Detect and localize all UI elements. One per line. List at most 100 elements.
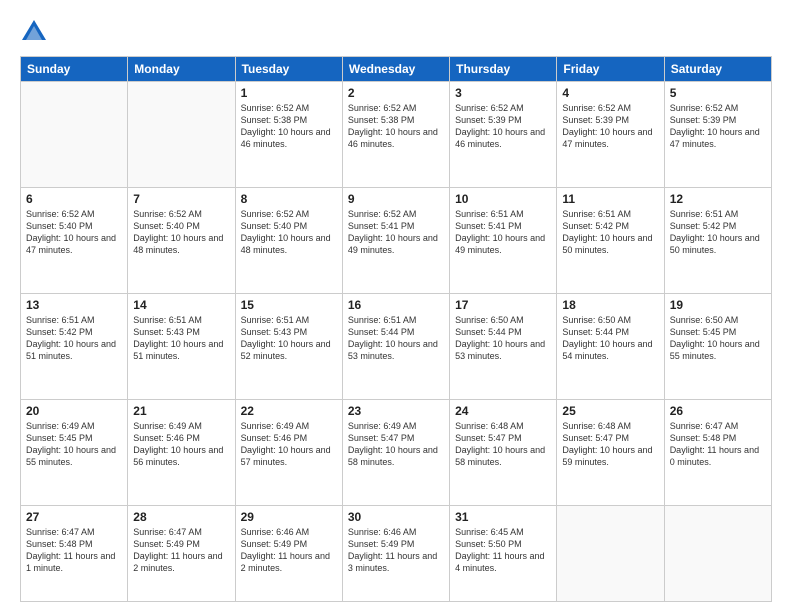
calendar-header-row: SundayMondayTuesdayWednesdayThursdayFrid… bbox=[21, 57, 772, 82]
page: SundayMondayTuesdayWednesdayThursdayFrid… bbox=[0, 0, 792, 612]
day-number: 2 bbox=[348, 86, 444, 100]
calendar-cell: 17Sunrise: 6:50 AM Sunset: 5:44 PM Dayli… bbox=[450, 293, 557, 399]
calendar-cell: 20 Sunrise: 6:49 AM Sunset: 5:45 PM Dayli… bbox=[21, 399, 128, 505]
logo bbox=[20, 18, 52, 46]
calendar-cell: 22 Sunrise: 6:49 AM Sunset: 5:46 PM Dayli… bbox=[235, 399, 342, 505]
day-info: Sunrise: 6:50 AM Sunset: 5:44 PM Dayligh… bbox=[455, 314, 551, 363]
col-header-tuesday: Tuesday bbox=[235, 57, 342, 82]
calendar-cell: 10 Sunrise: 6:51 AM Sunset: 5:41 PM Dayli… bbox=[450, 187, 557, 293]
calendar-cell bbox=[128, 82, 235, 188]
day-number: 27 bbox=[26, 510, 122, 524]
day-number: 5 bbox=[670, 86, 766, 100]
day-info: Sunrise: 6:46 AM Sunset: 5:49 PM Dayligh… bbox=[348, 526, 444, 575]
col-header-monday: Monday bbox=[128, 57, 235, 82]
calendar-cell bbox=[557, 505, 664, 601]
calendar-cell: 11 Sunrise: 6:51 AM Sunset: 5:42 PM Dayli… bbox=[557, 187, 664, 293]
header bbox=[20, 18, 772, 46]
day-info: Sunrise: 6:49 AM Sunset: 5:46 PM Dayligh… bbox=[133, 420, 229, 469]
day-info: Sunrise: 6:46 AM Sunset: 5:49 PM Dayligh… bbox=[241, 526, 337, 575]
calendar-cell: 6 Sunrise: 6:52 AM Sunset: 5:40 PM Daylig… bbox=[21, 187, 128, 293]
logo-icon bbox=[20, 18, 48, 46]
calendar-cell bbox=[21, 82, 128, 188]
day-info: Sunrise: 6:50 AM Sunset: 5:44 PM Dayligh… bbox=[562, 314, 658, 363]
day-number: 22 bbox=[241, 404, 337, 418]
day-info: Sunrise: 6:52 AM Sunset: 5:39 PM Dayligh… bbox=[562, 102, 658, 151]
day-info: Sunrise: 6:51 AM Sunset: 5:43 PM Dayligh… bbox=[133, 314, 229, 363]
col-header-saturday: Saturday bbox=[664, 57, 771, 82]
calendar-week-5: 27Sunrise: 6:47 AM Sunset: 5:48 PM Dayli… bbox=[21, 505, 772, 601]
calendar-week-4: 20 Sunrise: 6:49 AM Sunset: 5:45 PM Dayli… bbox=[21, 399, 772, 505]
day-info: Sunrise: 6:49 AM Sunset: 5:45 PM Dayligh… bbox=[26, 420, 122, 469]
calendar-week-1: 1 Sunrise: 6:52 AM Sunset: 5:38 PM Daylig… bbox=[21, 82, 772, 188]
day-info: Sunrise: 6:51 AM Sunset: 5:43 PM Dayligh… bbox=[241, 314, 337, 363]
calendar-cell: 9 Sunrise: 6:52 AM Sunset: 5:41 PM Daylig… bbox=[342, 187, 449, 293]
day-number: 20 bbox=[26, 404, 122, 418]
day-info: Sunrise: 6:47 AM Sunset: 5:48 PM Dayligh… bbox=[670, 420, 766, 469]
day-number: 14 bbox=[133, 298, 229, 312]
calendar-cell: 29 Sunrise: 6:46 AM Sunset: 5:49 PM Dayli… bbox=[235, 505, 342, 601]
calendar-table: SundayMondayTuesdayWednesdayThursdayFrid… bbox=[20, 56, 772, 602]
day-number: 7 bbox=[133, 192, 229, 206]
day-number: 13 bbox=[26, 298, 122, 312]
calendar-cell: 19 Sunrise: 6:50 AM Sunset: 5:45 PM Dayli… bbox=[664, 293, 771, 399]
calendar-cell: 23 Sunrise: 6:49 AM Sunset: 5:47 PM Dayli… bbox=[342, 399, 449, 505]
calendar-cell: 1 Sunrise: 6:52 AM Sunset: 5:38 PM Daylig… bbox=[235, 82, 342, 188]
day-info: Sunrise: 6:50 AM Sunset: 5:45 PM Dayligh… bbox=[670, 314, 766, 363]
day-info: Sunrise: 6:51 AM Sunset: 5:41 PM Dayligh… bbox=[455, 208, 551, 257]
day-info: Sunrise: 6:49 AM Sunset: 5:47 PM Dayligh… bbox=[348, 420, 444, 469]
calendar-cell: 27Sunrise: 6:47 AM Sunset: 5:48 PM Dayli… bbox=[21, 505, 128, 601]
day-number: 26 bbox=[670, 404, 766, 418]
day-number: 6 bbox=[26, 192, 122, 206]
day-info: Sunrise: 6:52 AM Sunset: 5:39 PM Dayligh… bbox=[455, 102, 551, 151]
day-number: 16 bbox=[348, 298, 444, 312]
day-number: 28 bbox=[133, 510, 229, 524]
day-info: Sunrise: 6:51 AM Sunset: 5:42 PM Dayligh… bbox=[562, 208, 658, 257]
day-number: 19 bbox=[670, 298, 766, 312]
day-number: 23 bbox=[348, 404, 444, 418]
day-info: Sunrise: 6:49 AM Sunset: 5:46 PM Dayligh… bbox=[241, 420, 337, 469]
calendar-cell: 7 Sunrise: 6:52 AM Sunset: 5:40 PM Daylig… bbox=[128, 187, 235, 293]
calendar-cell: 28 Sunrise: 6:47 AM Sunset: 5:49 PM Dayli… bbox=[128, 505, 235, 601]
day-info: Sunrise: 6:48 AM Sunset: 5:47 PM Dayligh… bbox=[562, 420, 658, 469]
day-info: Sunrise: 6:52 AM Sunset: 5:39 PM Dayligh… bbox=[670, 102, 766, 151]
col-header-wednesday: Wednesday bbox=[342, 57, 449, 82]
day-number: 3 bbox=[455, 86, 551, 100]
day-number: 25 bbox=[562, 404, 658, 418]
day-number: 1 bbox=[241, 86, 337, 100]
day-info: Sunrise: 6:51 AM Sunset: 5:44 PM Dayligh… bbox=[348, 314, 444, 363]
day-number: 18 bbox=[562, 298, 658, 312]
calendar-cell: 15 Sunrise: 6:51 AM Sunset: 5:43 PM Dayli… bbox=[235, 293, 342, 399]
day-info: Sunrise: 6:48 AM Sunset: 5:47 PM Dayligh… bbox=[455, 420, 551, 469]
day-number: 12 bbox=[670, 192, 766, 206]
day-number: 31 bbox=[455, 510, 551, 524]
day-number: 29 bbox=[241, 510, 337, 524]
calendar-cell: 12 Sunrise: 6:51 AM Sunset: 5:42 PM Dayli… bbox=[664, 187, 771, 293]
day-info: Sunrise: 6:52 AM Sunset: 5:38 PM Dayligh… bbox=[241, 102, 337, 151]
calendar-cell: 14 Sunrise: 6:51 AM Sunset: 5:43 PM Dayli… bbox=[128, 293, 235, 399]
day-info: Sunrise: 6:52 AM Sunset: 5:41 PM Dayligh… bbox=[348, 208, 444, 257]
day-info: Sunrise: 6:51 AM Sunset: 5:42 PM Dayligh… bbox=[26, 314, 122, 363]
day-number: 15 bbox=[241, 298, 337, 312]
day-number: 9 bbox=[348, 192, 444, 206]
day-number: 24 bbox=[455, 404, 551, 418]
day-info: Sunrise: 6:52 AM Sunset: 5:40 PM Dayligh… bbox=[26, 208, 122, 257]
day-number: 30 bbox=[348, 510, 444, 524]
calendar-cell: 24 Sunrise: 6:48 AM Sunset: 5:47 PM Dayli… bbox=[450, 399, 557, 505]
calendar-cell: 2Sunrise: 6:52 AM Sunset: 5:38 PM Daylig… bbox=[342, 82, 449, 188]
day-info: Sunrise: 6:52 AM Sunset: 5:40 PM Dayligh… bbox=[133, 208, 229, 257]
day-number: 11 bbox=[562, 192, 658, 206]
calendar-cell: 30 Sunrise: 6:46 AM Sunset: 5:49 PM Dayli… bbox=[342, 505, 449, 601]
calendar-cell: 13 Sunrise: 6:51 AM Sunset: 5:42 PM Dayli… bbox=[21, 293, 128, 399]
day-number: 10 bbox=[455, 192, 551, 206]
col-header-sunday: Sunday bbox=[21, 57, 128, 82]
calendar-cell: 26 Sunrise: 6:47 AM Sunset: 5:48 PM Dayli… bbox=[664, 399, 771, 505]
calendar-cell: 18 Sunrise: 6:50 AM Sunset: 5:44 PM Dayli… bbox=[557, 293, 664, 399]
calendar-cell: 5 Sunrise: 6:52 AM Sunset: 5:39 PM Daylig… bbox=[664, 82, 771, 188]
calendar-cell: 31Sunrise: 6:45 AM Sunset: 5:50 PM Dayli… bbox=[450, 505, 557, 601]
col-header-thursday: Thursday bbox=[450, 57, 557, 82]
col-header-friday: Friday bbox=[557, 57, 664, 82]
day-info: Sunrise: 6:47 AM Sunset: 5:49 PM Dayligh… bbox=[133, 526, 229, 575]
day-info: Sunrise: 6:51 AM Sunset: 5:42 PM Dayligh… bbox=[670, 208, 766, 257]
calendar-cell: 21Sunrise: 6:49 AM Sunset: 5:46 PM Dayli… bbox=[128, 399, 235, 505]
calendar-cell: 3 Sunrise: 6:52 AM Sunset: 5:39 PM Daylig… bbox=[450, 82, 557, 188]
